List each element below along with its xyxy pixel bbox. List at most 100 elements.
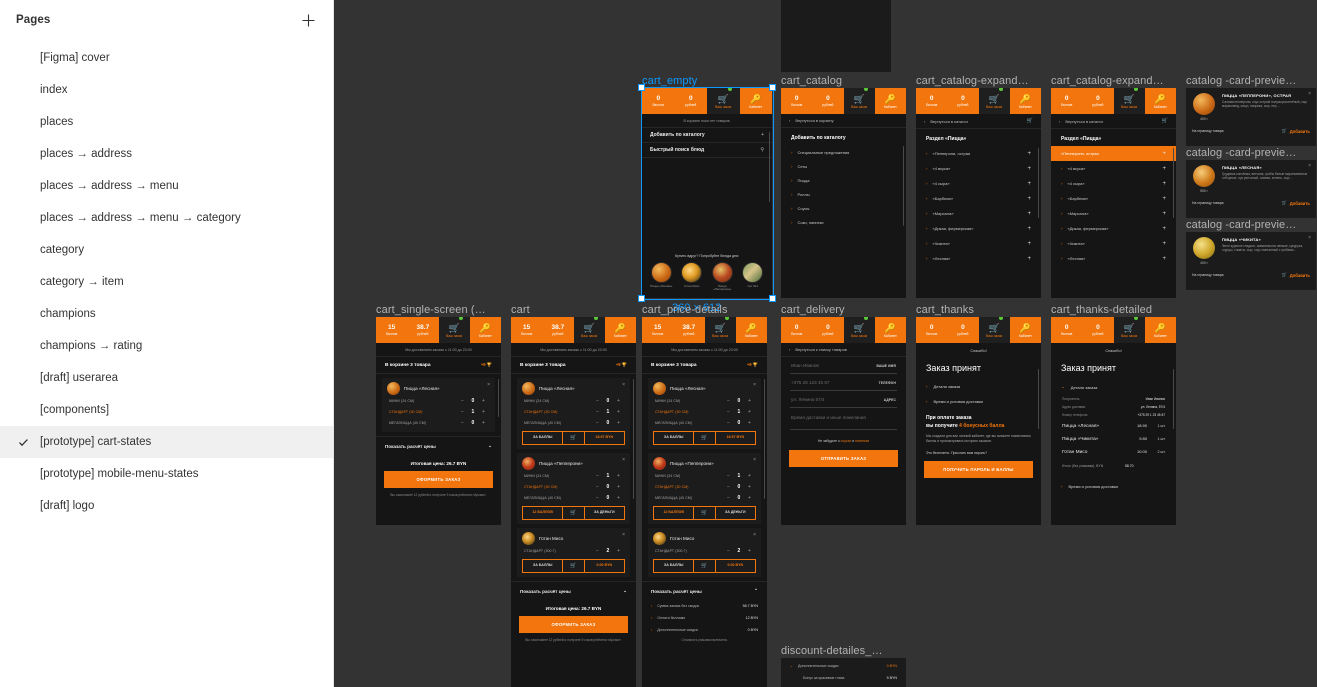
topbar-cart[interactable]: 🛒 Ваш заказ bbox=[1113, 317, 1145, 343]
pizza-row[interactable]: › «Пепперони, острая + bbox=[916, 146, 1041, 161]
checkout-button[interactable]: ОФОРМИТЬ ЗАКАЗ bbox=[519, 616, 628, 633]
decrement-button[interactable]: − bbox=[593, 420, 602, 426]
plus-icon[interactable]: + bbox=[1027, 211, 1031, 217]
page-item[interactable]: [draft] logo bbox=[0, 490, 333, 522]
plus-icon[interactable]: + bbox=[1027, 181, 1031, 187]
decrement-button[interactable]: − bbox=[724, 484, 733, 490]
frame-title[interactable]: cart_thanks-detailed bbox=[1051, 304, 1152, 316]
frame-cart-price-details[interactable]: cart_price-details 15 баллов 38.7 рублей… bbox=[642, 304, 767, 687]
increment-button[interactable]: + bbox=[745, 398, 754, 404]
frame-title[interactable]: cart_catalog-expand… bbox=[916, 75, 1029, 87]
frame-catalog-card-preview-1[interactable]: catalog -card-previe… × 400 г ПИЦЦА «ПЕП… bbox=[1186, 75, 1316, 146]
frame-title[interactable]: discount-detailes_… bbox=[781, 645, 883, 657]
discount-header-row[interactable]: ⌄ Дополнительные скидки 0 BYN bbox=[781, 658, 906, 672]
accordion-delivery-terms[interactable]: › Время и условия доставки bbox=[916, 394, 1041, 409]
plus-icon[interactable]: + bbox=[1027, 241, 1031, 247]
accordion-order-details-open[interactable]: ⌄ Детали заказа bbox=[1051, 379, 1176, 395]
buy-price[interactable]: 18.97 BYN bbox=[716, 432, 755, 444]
topbar-cart[interactable]: 🛒 Ваш заказ bbox=[438, 317, 470, 343]
decrement-button[interactable]: − bbox=[724, 420, 733, 426]
topbar-account[interactable]: 🔑 Кабинет bbox=[735, 317, 767, 343]
scrollbar[interactable] bbox=[632, 379, 634, 499]
plus-icon[interactable]: + bbox=[1162, 241, 1166, 247]
page-item[interactable]: champions → rating bbox=[0, 330, 333, 362]
page-item[interactable]: places → address bbox=[0, 138, 333, 170]
topbar-money[interactable]: 0 рублей bbox=[812, 317, 844, 343]
topbar-cart[interactable]: 🛒 Ваш заказ bbox=[978, 88, 1010, 114]
topbar-money[interactable]: 0 рублей bbox=[947, 88, 979, 114]
increment-button[interactable]: + bbox=[614, 398, 623, 404]
decrement-button[interactable]: − bbox=[724, 398, 733, 404]
frame-cart-single-screen[interactable]: cart_single-screen (… 15 баллов 38.7 руб… bbox=[376, 304, 501, 525]
increment-button[interactable]: + bbox=[614, 420, 623, 426]
increment-button[interactable]: + bbox=[479, 420, 488, 426]
decrement-button[interactable]: − bbox=[458, 398, 467, 404]
decrement-button[interactable]: − bbox=[593, 473, 602, 479]
suggestion-item[interactable]: Пицца «Пепперони» bbox=[711, 261, 734, 292]
quick-search-row[interactable]: Быстрый поиск блюд ⚲ bbox=[642, 143, 772, 158]
scrollbar[interactable] bbox=[1172, 369, 1174, 429]
page-item[interactable]: category → item bbox=[0, 266, 333, 298]
page-item[interactable]: places → address → menu → category bbox=[0, 202, 333, 234]
checkout-button[interactable]: ОФОРМИТЬ ЗАКАЗ bbox=[384, 471, 493, 488]
topbar-money[interactable]: 38.7 рублей bbox=[407, 317, 439, 343]
delivery-field[interactable]: ул. Ленина 57/4 АДРЕС bbox=[790, 391, 897, 408]
topbar-points[interactable]: 0 баллов bbox=[916, 317, 948, 343]
topbar-account[interactable]: 🔑 Кабинет bbox=[1009, 317, 1041, 343]
buy-price[interactable]: 0.00 BYN bbox=[716, 560, 755, 572]
decrement-button[interactable]: − bbox=[458, 409, 467, 415]
category-row[interactable]: › Роллы bbox=[781, 187, 906, 201]
scrollbar[interactable] bbox=[763, 379, 765, 499]
scrollbar[interactable] bbox=[1037, 148, 1039, 218]
topbar-account[interactable]: 🔑 Кабинет bbox=[604, 317, 636, 343]
frame-cart-catalog[interactable]: cart_catalog 0 баллов 0 рублей 🛒 Ваш зак… bbox=[781, 75, 906, 298]
submit-order-button[interactable]: ОТПРАВИТЬ ЗАКАЗ bbox=[789, 450, 898, 467]
category-row[interactable]: › Сеты bbox=[781, 159, 906, 173]
frame-discount-details[interactable]: discount-detailes_… ⌄ Дополнительные ски… bbox=[781, 645, 906, 687]
add-to-cart-button[interactable]: 🛒 Добавить bbox=[1282, 200, 1311, 206]
plus-icon[interactable]: + bbox=[1162, 196, 1166, 202]
cart-icon[interactable]: 🛒 bbox=[693, 507, 716, 519]
topbar-money[interactable]: 0 рублей bbox=[812, 88, 844, 114]
page-item[interactable]: places bbox=[0, 106, 333, 138]
pizza-row[interactable]: › «4 вкуса» + bbox=[916, 161, 1041, 176]
topbar-cart[interactable]: 🛒 Ваш заказ bbox=[843, 88, 875, 114]
frame-title[interactable]: cart_thanks bbox=[916, 304, 974, 316]
topbar-money[interactable]: 0 рублей bbox=[1082, 317, 1114, 343]
add-from-catalog-row[interactable]: Добавить по каталогу + bbox=[642, 128, 772, 143]
buy-price[interactable]: 18.97 BYN bbox=[585, 432, 624, 444]
plus-icon[interactable]: + bbox=[1027, 256, 1031, 262]
get-password-button[interactable]: ПОЛУЧИТЬ ПАРОЛЬ И БАЛЛЫ bbox=[924, 461, 1033, 478]
price-row[interactable]: › Дополнительные скидки 0 BYN bbox=[642, 624, 767, 636]
decrement-button[interactable]: − bbox=[593, 548, 602, 554]
buy-with-points-button[interactable]: 12 БАЛЛОВ bbox=[523, 507, 562, 519]
frame-title[interactable]: catalog -card-previe… bbox=[1186, 147, 1296, 159]
decrement-button[interactable]: − bbox=[724, 548, 733, 554]
increment-button[interactable]: + bbox=[745, 495, 754, 501]
topbar-points[interactable]: 15 баллов bbox=[376, 317, 408, 343]
plus-icon[interactable]: + bbox=[1162, 256, 1166, 262]
buy-price[interactable]: 0.00 BYN bbox=[585, 560, 624, 572]
back-to-items-link[interactable]: ‹ Вернуться к списку товаров bbox=[781, 343, 906, 357]
cart-icon[interactable]: 🛒 bbox=[562, 432, 585, 444]
page-item[interactable]: index bbox=[0, 74, 333, 106]
pizza-row[interactable]: › «4 вкуса» + bbox=[1051, 161, 1176, 176]
pizza-row[interactable]: › «4 сыра» + bbox=[1051, 176, 1176, 191]
frame-title[interactable]: catalog -card-previe… bbox=[1186, 75, 1296, 87]
plus-icon[interactable]: + bbox=[1162, 211, 1166, 217]
plus-icon[interactable]: + bbox=[1162, 151, 1166, 157]
frame-card-top[interactable]: × 550 г ПИЦЦА «ЛЕСНАЯ» Грудинка копчёная… bbox=[781, 0, 891, 72]
topbar-money[interactable]: 0 рублей bbox=[947, 317, 979, 343]
cart-icon[interactable]: 🛒 bbox=[562, 560, 585, 572]
pizza-row[interactable]: › «Дикая, фермерская» + bbox=[1051, 221, 1176, 236]
decrement-button[interactable]: − bbox=[593, 495, 602, 501]
increment-button[interactable]: + bbox=[745, 548, 754, 554]
increment-button[interactable]: + bbox=[614, 548, 623, 554]
back-to-catalog-link[interactable]: ‹ Вернуться в каталог 🛒 bbox=[916, 114, 1041, 129]
pizza-row[interactable]: › «Марсала» + bbox=[1051, 206, 1176, 221]
suggestion-item[interactable]: Пицца «Лесная» bbox=[650, 261, 673, 292]
pizza-row[interactable]: › «4 сыра» + bbox=[916, 176, 1041, 191]
increment-button[interactable]: + bbox=[479, 398, 488, 404]
suggestion-item[interactable]: Сет №1 bbox=[741, 261, 764, 292]
close-icon[interactable]: × bbox=[753, 382, 756, 388]
